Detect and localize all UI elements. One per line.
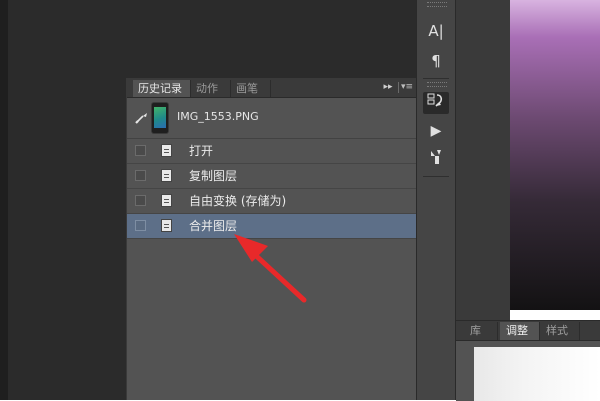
adjustments-content xyxy=(474,347,600,401)
strip-grip[interactable] xyxy=(427,2,447,7)
adjustments-panel: 库 调整 样式 xyxy=(456,320,600,401)
tool-presets-panel-icon[interactable] xyxy=(423,148,449,170)
snapshot-label: IMG_1553.PNG xyxy=(177,110,259,123)
snapshot-thumbnail xyxy=(152,103,168,133)
collapse-panel-button[interactable]: ▸▸ xyxy=(381,80,395,95)
history-state-free-transform[interactable]: 自由变换 (存储为) xyxy=(127,189,417,214)
history-brush-checkbox[interactable] xyxy=(135,170,146,181)
character-panel-icon[interactable]: A| xyxy=(423,20,449,42)
snapshot-thumbnail-screen xyxy=(154,107,166,128)
history-state-label: 复制图层 xyxy=(189,169,238,183)
strip-separator xyxy=(423,176,449,177)
actions-panel-icon[interactable]: ▶ xyxy=(423,120,449,142)
history-snapshot[interactable]: IMG_1553.PNG xyxy=(127,98,417,139)
history-state-label: 合并图层 xyxy=(189,219,238,233)
history-state-label: 打开 xyxy=(189,144,214,158)
photoshop-workspace: 历史记录 动作 画笔 ▸▸ ▾≡ IMG_1553.PNG 打开 复制图层 自由… xyxy=(0,0,600,401)
tab-styles[interactable]: 样式 xyxy=(540,322,580,340)
tab-actions[interactable]: 动作 xyxy=(191,80,231,97)
history-brush-source-icon[interactable] xyxy=(135,111,149,125)
adjustments-tabbar: 库 调整 样式 xyxy=(456,321,600,341)
history-state-open[interactable]: 打开 xyxy=(127,139,417,164)
history-brush-checkbox[interactable] xyxy=(135,145,146,156)
document-icon xyxy=(161,194,172,207)
history-brush-checkbox[interactable] xyxy=(135,220,146,231)
history-panel-icon[interactable] xyxy=(423,92,449,114)
strip-grip[interactable] xyxy=(427,82,447,87)
paragraph-panel-icon[interactable]: ¶ xyxy=(423,50,449,72)
panel-controls-divider xyxy=(398,82,399,93)
history-state-duplicate-layer[interactable]: 复制图层 xyxy=(127,164,417,189)
panel-icon-strip: A| ¶ ▶ xyxy=(416,0,456,400)
tool-presets-icon xyxy=(431,150,441,164)
document-icon xyxy=(161,169,172,182)
history-panel-tabbar: 历史记录 动作 画笔 ▸▸ ▾≡ xyxy=(127,78,417,98)
history-brush-icon xyxy=(427,93,443,107)
history-brush-checkbox[interactable] xyxy=(135,195,146,206)
document-icon xyxy=(161,219,172,232)
history-states-list: 打开 复制图层 自由变换 (存储为) 合并图层 xyxy=(127,139,417,239)
history-panel: 历史记录 动作 画笔 ▸▸ ▾≡ IMG_1553.PNG 打开 复制图层 自由… xyxy=(126,78,417,400)
document-icon xyxy=(161,144,172,157)
tab-adjustments[interactable]: 调整 xyxy=(500,322,540,340)
tab-brush[interactable]: 画笔 xyxy=(231,80,271,97)
strip-separator xyxy=(423,78,449,79)
right-panel-gutter xyxy=(456,0,510,320)
tab-history[interactable]: 历史记录 xyxy=(133,80,191,97)
tab-library[interactable]: 库 xyxy=(464,322,498,340)
history-state-label: 自由变换 (存储为) xyxy=(189,194,287,208)
left-edge xyxy=(0,0,8,400)
panel-menu-button[interactable]: ▾≡ xyxy=(400,80,414,95)
history-state-merge-layers[interactable]: 合并图层 xyxy=(127,214,417,239)
color-picker-field[interactable] xyxy=(510,0,600,310)
